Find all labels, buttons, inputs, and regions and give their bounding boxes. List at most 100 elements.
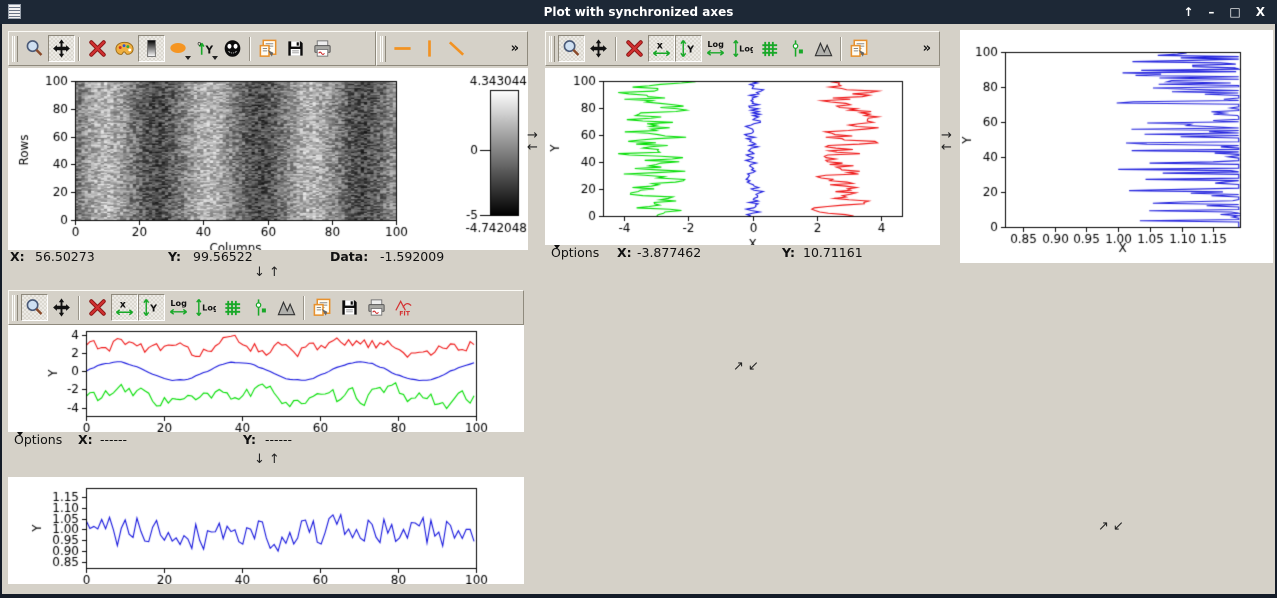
- stats-icon: [276, 297, 297, 318]
- log-x-axis-button[interactable]: Log: [702, 35, 729, 62]
- copy-to-clipboard-button[interactable]: [309, 294, 336, 321]
- log-y-axis-button[interactable]: Log: [729, 35, 756, 62]
- y-coord-value: 99.56522: [193, 249, 253, 264]
- log-y-axis-button[interactable]: Log: [192, 294, 219, 321]
- toolbar-overflow-button[interactable]: »: [918, 41, 936, 56]
- vline-icon: [419, 38, 440, 59]
- save-button[interactable]: [282, 35, 309, 62]
- fit-icon: FIT: [393, 297, 414, 318]
- log-x-axis-button[interactable]: Log: [165, 294, 192, 321]
- sync-plot-toolbar: x Y Log Log »: [545, 31, 940, 66]
- pan-tool-button[interactable]: [48, 294, 75, 321]
- pan-icon: [51, 297, 72, 318]
- svg-text:x: x: [120, 300, 126, 311]
- toggle-grid-button[interactable]: [756, 35, 783, 62]
- toggle-grid-button[interactable]: [219, 294, 246, 321]
- grid-icon: [222, 297, 243, 318]
- curves-plot-canvas[interactable]: [8, 325, 524, 432]
- zoom-tool-button[interactable]: [558, 35, 585, 62]
- toolbar-separator: [76, 37, 83, 61]
- y-axis-scale-button[interactable]: Y: [138, 294, 165, 321]
- pan-tool-button[interactable]: [585, 35, 612, 62]
- data-value: -1.592009: [380, 249, 444, 264]
- titlebar[interactable]: Plot with synchronized axes ↑–□ X: [0, 0, 1277, 24]
- ellipse-shape-tool-button[interactable]: [165, 35, 192, 62]
- delete-item-button[interactable]: [621, 35, 648, 62]
- curve-stats-tool-button[interactable]: [810, 35, 837, 62]
- print-icon: [366, 297, 387, 318]
- image-mask-tool-button[interactable]: [219, 35, 246, 62]
- svg-text:Log: Log: [170, 298, 187, 308]
- horizontal-line-tool-button[interactable]: [389, 35, 416, 62]
- logy-icon: Log: [195, 297, 216, 318]
- y-coord-label: Y:: [782, 245, 795, 260]
- raise-window-button[interactable]: ↑: [1183, 0, 1193, 24]
- flip-y-axis-button[interactable]: Yo: [192, 35, 219, 62]
- point-selection-tool-button[interactable]: [246, 294, 273, 321]
- print-icon: [312, 38, 333, 59]
- contrast-panel-button[interactable]: [138, 35, 165, 62]
- toolbar-grip[interactable]: [380, 36, 386, 62]
- pan-icon: [588, 38, 609, 59]
- toolbar-grip[interactable]: [549, 36, 555, 62]
- toolbar-separator: [301, 296, 308, 320]
- copy-to-clipboard-button[interactable]: [846, 35, 873, 62]
- delete-item-button[interactable]: [84, 294, 111, 321]
- options-caret-icon: [17, 432, 23, 436]
- annotation-toolbar: »: [376, 31, 528, 66]
- image-plot-canvas[interactable]: [8, 68, 528, 250]
- dropdown-caret-icon[interactable]: [185, 56, 191, 60]
- zoom-tool-button[interactable]: [21, 35, 48, 62]
- oblique-line-tool-button[interactable]: [443, 35, 470, 62]
- save-button[interactable]: [336, 294, 363, 321]
- colormap-button[interactable]: [111, 35, 138, 62]
- y-coord-label: Y:: [243, 432, 256, 447]
- svg-text:FIT: FIT: [399, 311, 411, 318]
- print-button[interactable]: [363, 294, 390, 321]
- save-icon: [285, 38, 306, 59]
- magnifier-icon: [24, 297, 45, 318]
- yrange-icon: Y: [141, 297, 162, 318]
- xrange-icon: x: [651, 38, 672, 59]
- y-coord-label: Y:: [168, 249, 181, 264]
- delete-item-button[interactable]: [84, 35, 111, 62]
- svg-text:Log: Log: [202, 302, 216, 312]
- minimize-button[interactable]: –: [1208, 0, 1214, 24]
- right-plot-canvas[interactable]: [960, 30, 1273, 263]
- save-icon: [339, 297, 360, 318]
- sync-arrows-diagonal-2: ↗↙: [1098, 521, 1128, 533]
- toolbar-overflow-button[interactable]: »: [506, 41, 524, 56]
- point-selection-tool-button[interactable]: [783, 35, 810, 62]
- zoom-plot-canvas[interactable]: [8, 477, 524, 584]
- dropdown-caret-icon[interactable]: [212, 56, 218, 60]
- sync-plot-canvas[interactable]: [545, 68, 940, 245]
- svg-text:x: x: [657, 41, 663, 52]
- x-axis-scale-button[interactable]: x: [111, 294, 138, 321]
- options-caret-icon: [554, 245, 560, 249]
- grid-icon: [759, 38, 780, 59]
- magnifier-icon: [561, 38, 582, 59]
- image-plot-statusbar: X: 56.50273 Y: 99.56522 Data: -1.592009: [10, 249, 530, 264]
- toolbar-separator: [613, 37, 620, 61]
- curve-fit-tool-button[interactable]: FIT: [390, 294, 417, 321]
- pan-tool-button[interactable]: [48, 35, 75, 62]
- curve-stats-tool-button[interactable]: [273, 294, 300, 321]
- copy-to-clipboard-button[interactable]: [255, 35, 282, 62]
- toolbar-grip[interactable]: [12, 295, 18, 321]
- image-plot-toolbar: Yo: [8, 31, 376, 66]
- curves-plot-statusbar: Options X: ------ Y: ------: [14, 432, 514, 447]
- mask-icon: [222, 38, 243, 59]
- pan-icon: [51, 38, 72, 59]
- maximize-button[interactable]: □: [1229, 0, 1240, 24]
- vertical-line-tool-button[interactable]: [416, 35, 443, 62]
- zoom-tool-button[interactable]: [21, 294, 48, 321]
- print-button[interactable]: [309, 35, 336, 62]
- x-axis-scale-button[interactable]: x: [648, 35, 675, 62]
- close-button[interactable]: X: [1256, 0, 1265, 24]
- delete-icon: [87, 297, 108, 318]
- toolbar-grip[interactable]: [12, 36, 18, 62]
- y-axis-scale-button[interactable]: Y: [675, 35, 702, 62]
- svg-text:Log: Log: [707, 39, 724, 49]
- window-title: Plot with synchronized axes: [0, 5, 1277, 19]
- clipboard-icon: [849, 38, 870, 59]
